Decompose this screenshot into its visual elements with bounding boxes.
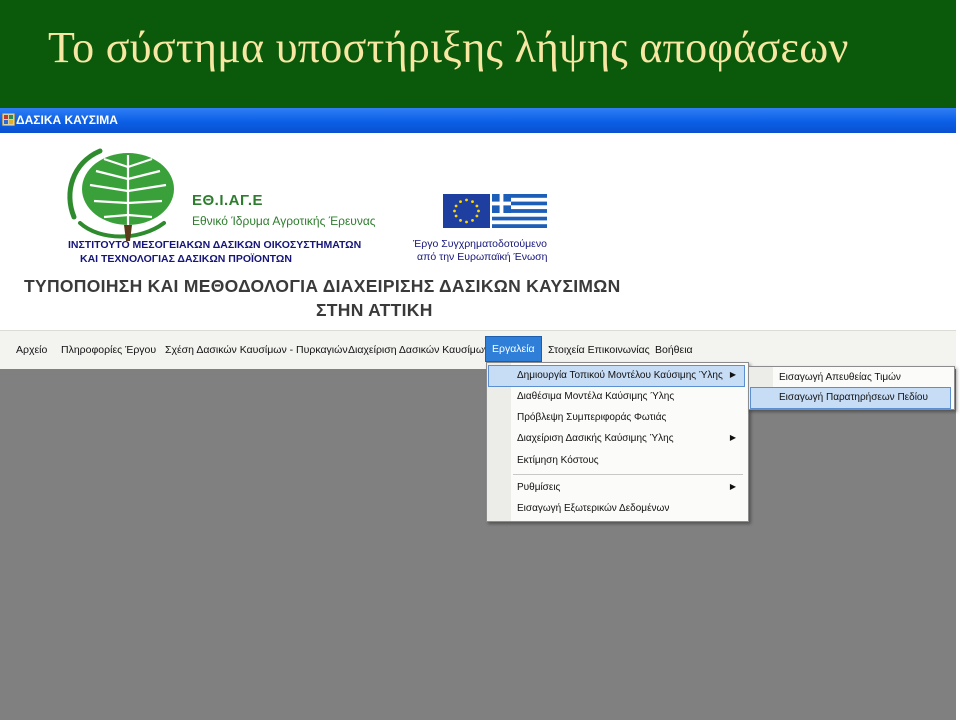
menu-fuel-management[interactable]: Διαχείριση Δασικών Καυσίμων bbox=[348, 342, 489, 358]
submenu-item-direct-values[interactable]: Εισαγωγή Απευθείας Τιμών bbox=[751, 368, 950, 388]
greek-flag-icon bbox=[492, 194, 547, 228]
menu-separator bbox=[513, 474, 743, 475]
submenu-arrow-icon: ▶ bbox=[729, 433, 736, 442]
tools-dropdown-menu: Δημιουργία Τοπικού Μοντέλου Καύσιμης Ύλη… bbox=[486, 362, 749, 522]
menu-project-info[interactable]: Πληροφορίες Έργου bbox=[61, 342, 156, 358]
project-banner: ΕΘ.Ι.ΑΓ.Ε Εθνικό Ίδρυμα Αγροτικής Έρευνα… bbox=[0, 133, 956, 330]
eu-cofunded-line-1: Έργο Συγχρηματοδοτούμενο bbox=[413, 238, 547, 250]
app-icon bbox=[2, 113, 15, 126]
menu-item-forest-fuel-management[interactable]: Διαχείριση Δασικής Καύσιμης Ύλης ▶ bbox=[489, 429, 744, 449]
institute-line-2: ΚΑΙ ΤΕΧΝΟΛΟΓΙΑΣ ΔΑΣΙΚΩΝ ΠΡΟΪΟΝΤΩΝ bbox=[80, 253, 292, 265]
menu-bar: Αρχείο Πληροφορίες Έργου Σχέση Δασικών Κ… bbox=[0, 330, 956, 370]
workspace-area bbox=[0, 369, 956, 720]
eu-flag-icon bbox=[443, 194, 490, 228]
slide-title: Το σύστημα υποστήριξης λήψης αποφάσεων bbox=[48, 23, 849, 72]
menu-item-create-local-fuel-model[interactable]: Δημιουργία Τοπικού Μοντέλου Καύσιμης Ύλη… bbox=[488, 365, 745, 387]
create-model-submenu: Εισαγωγή Απευθείας Τιμών Εισαγωγή Παρατη… bbox=[748, 366, 955, 410]
window-title: ΔΑΣΙΚΑ ΚΑΥΣΙΜΑ bbox=[16, 113, 118, 127]
slide-header: Το σύστημα υποστήριξης λήψης αποφάσεων bbox=[0, 0, 956, 108]
org-name: Εθνικό Ίδρυμα Αγροτικής Έρευνας bbox=[192, 214, 376, 228]
menu-item-settings[interactable]: Ρυθμίσεις ▶ bbox=[489, 478, 744, 498]
project-title-line-1: ΤΥΠΟΠΟΙΗΣΗ ΚΑΙ ΜΕΘΟΔΟΛΟΓΙΑ ΔΙΑΧΕΙΡΙΣΗΣ Δ… bbox=[24, 276, 621, 296]
institute-line-1: ΙΝΣΤΙΤΟΥΤΟ ΜΕΣΟΓΕΙΑΚΩΝ ΔΑΣΙΚΩΝ ΟΙΚΟΣΥΣΤΗ… bbox=[68, 239, 362, 251]
eu-cofunded-line-2: από την Ευρωπαϊκή Ένωση bbox=[417, 251, 548, 263]
menu-tools[interactable]: Εργαλεία bbox=[485, 336, 542, 362]
submenu-arrow-icon: ▶ bbox=[729, 482, 736, 491]
menu-contact-info[interactable]: Στοιχεία Επικοινωνίας bbox=[548, 342, 650, 358]
application-window: ΔΑΣΙΚΑ ΚΑΥΣΙΜΑ ΕΘ.Ι.ΑΓ.Ε Εθνικό Ίδρυμα Α… bbox=[0, 108, 956, 720]
menu-file[interactable]: Αρχείο bbox=[16, 342, 47, 358]
menu-item-fire-behavior-prediction[interactable]: Πρόβλεψη Συμπεριφοράς Φωτιάς bbox=[489, 408, 744, 428]
submenu-arrow-icon: ▶ bbox=[729, 370, 736, 379]
tree-logo-icon bbox=[67, 148, 174, 241]
menu-item-cost-estimation[interactable]: Εκτίμηση Κόστους bbox=[489, 451, 744, 471]
org-acronym: ΕΘ.Ι.ΑΓ.Ε bbox=[192, 192, 264, 209]
submenu-item-field-observations[interactable]: Εισαγωγή Παρατηρήσεων Πεδίου bbox=[750, 387, 951, 409]
menu-item-import-external-data[interactable]: Εισαγωγή Εξωτερικών Δεδομένων bbox=[489, 499, 744, 519]
project-title-line-2: ΣΤΗΝ ΑΤΤΙΚΗ bbox=[316, 300, 433, 320]
menu-help[interactable]: Βοήθεια bbox=[655, 342, 693, 358]
window-titlebar[interactable]: ΔΑΣΙΚΑ ΚΑΥΣΙΜΑ bbox=[0, 108, 956, 133]
menu-item-available-fuel-models[interactable]: Διαθέσιμα Μοντέλα Καύσιμης Ύλης bbox=[489, 387, 744, 407]
menu-fuel-fire-relation[interactable]: Σχέση Δασικών Καυσίμων - Πυρκαγιών bbox=[165, 342, 348, 358]
